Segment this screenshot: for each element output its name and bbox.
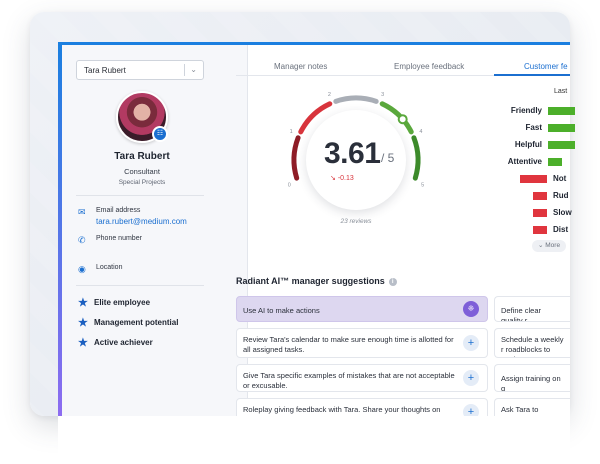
review-count: 23 reviews — [340, 218, 372, 225]
suggestion-card[interactable]: Assign training on q — [494, 364, 570, 392]
star-icon: ★ — [78, 297, 88, 309]
score-max: / 5 — [381, 151, 395, 165]
suggestions-title-text: Radiant AI™ manager suggestions — [236, 276, 385, 286]
mail-icon: ✉ — [78, 207, 86, 217]
suggestion-card[interactable]: Review Tara's calendar to make sure enou… — [236, 328, 488, 358]
score-gauge: 0 1 2 3 4 5 3.61 / 5 ↘ -0.13 23 reviews — [276, 88, 436, 228]
divider — [76, 285, 204, 286]
rating-label: Helpful — [514, 140, 542, 149]
employee-select-value: Tara Rubert — [84, 66, 126, 75]
rating-bar-positive — [548, 158, 562, 166]
employee-profile-panel: Tara Rubert ⌄ ☷ Tara Rubert Consultant S… — [62, 45, 248, 416]
tab-manager-notes[interactable]: Manager notes — [274, 62, 327, 71]
suggestion-text: Assign training on q — [501, 374, 561, 392]
suggestion-card[interactable]: Give Tara specific examples of mistakes … — [236, 364, 488, 392]
rating-bar-positive — [548, 124, 575, 132]
more-button[interactable]: ⌄ More — [532, 240, 567, 252]
rating-label: Fast — [525, 123, 542, 132]
gauge-segment — [333, 95, 379, 104]
location-pin-icon: ◉ — [78, 264, 86, 274]
rating-label: Attentive — [507, 157, 542, 166]
window-bottom-mask — [58, 416, 570, 464]
score-value: 3.61 — [324, 137, 381, 170]
gauge-scale-label: 1 — [290, 129, 293, 135]
divider — [76, 195, 204, 196]
suggestion-text: Give Tara specific examples of mistakes … — [243, 371, 455, 390]
select-separator — [184, 64, 185, 76]
suggestion-card[interactable]: Schedule a weekly r roadblocks to gettin — [494, 328, 570, 358]
rating-bar-negative — [533, 209, 547, 217]
gauge-scale-label: 5 — [421, 182, 424, 188]
badge-label: Management potential — [94, 318, 179, 327]
chevron-down-icon[interactable]: ⌄ — [190, 65, 197, 74]
contact-email: ✉ Email address tara.rubert@medium.com — [78, 207, 228, 229]
rating-label: Slow — [553, 208, 572, 217]
contact-phone: ✆ Phone number — [78, 235, 228, 249]
tab-customer-feedback[interactable]: Customer fe — [524, 62, 568, 71]
employee-department: Special Projects — [118, 179, 166, 186]
star-icon: ★ — [78, 337, 88, 349]
contact-location: ◉ Location — [78, 264, 228, 278]
score-delta-value: -0.13 — [337, 175, 354, 182]
rating-label: Dist — [553, 225, 569, 234]
gauge-scale-label: 0 — [288, 182, 291, 188]
gauge-center: 3.61 / 5 ↘ -0.13 — [306, 110, 406, 210]
gauge-scale-label: 4 — [419, 129, 422, 135]
rating-label: Rud — [553, 191, 569, 200]
rating-bar-positive — [548, 107, 575, 115]
suggestion-text: Roleplay giving feedback with Tara. Shar… — [243, 405, 441, 414]
rating-bar-negative — [533, 226, 547, 234]
badge-label: Active achiever — [94, 338, 153, 347]
phone-icon: ✆ — [78, 235, 86, 245]
gauge-scale-label: 2 — [328, 92, 331, 98]
phone-label: Phone number — [96, 235, 142, 242]
location-label: Location — [96, 264, 123, 271]
rating-bar-negative — [520, 175, 547, 183]
email-label: Email address — [96, 207, 141, 214]
rating-label: Not — [553, 174, 567, 183]
suggestions-title: Radiant AI™ manager suggestions i — [236, 276, 397, 286]
suggestion-card[interactable]: Use AI to make actions ❈ — [236, 296, 488, 322]
rating-bar-negative — [533, 192, 547, 200]
suggestion-text: Schedule a weekly r roadblocks to gettin — [501, 335, 564, 357]
suggestion-text: Review Tara's calendar to make sure enou… — [243, 335, 454, 354]
gauge-marker — [397, 114, 408, 125]
gauge-segment — [411, 135, 421, 181]
more-label: More — [545, 242, 561, 249]
tab-employee-feedback[interactable]: Employee feedback — [394, 62, 464, 71]
score-delta: ↘ -0.13 — [330, 175, 354, 182]
suggestion-text: Use AI to make actions — [243, 306, 320, 315]
gauge-scale-label: 3 — [381, 92, 384, 98]
org-chart-icon[interactable]: ☷ — [152, 126, 168, 142]
lightbulb-icon[interactable]: ❈ — [463, 301, 479, 317]
email-link[interactable]: tara.rubert@medium.com — [96, 217, 187, 226]
plus-icon[interactable]: + — [463, 335, 479, 351]
rating-label: Friendly — [510, 106, 542, 115]
active-tab-indicator — [494, 74, 570, 76]
badge-label: Elite employee — [94, 298, 151, 307]
suggestion-text: Define clear quality r — [501, 306, 542, 322]
gauge-segment — [291, 135, 301, 181]
plus-icon[interactable]: + — [463, 370, 479, 386]
rating-bar-positive — [548, 141, 575, 149]
employee-select[interactable]: Tara Rubert ⌄ — [76, 60, 204, 80]
ratings-period[interactable]: Last — [554, 88, 567, 95]
employee-role: Consultant — [124, 167, 160, 176]
feedback-tabs: Manager notes Employee feedback Customer… — [236, 54, 570, 76]
suggestion-card[interactable]: Define clear quality r — [494, 296, 570, 322]
employee-name: Tara Rubert — [114, 151, 170, 162]
info-icon[interactable]: i — [388, 278, 397, 286]
star-icon: ★ — [78, 317, 88, 329]
